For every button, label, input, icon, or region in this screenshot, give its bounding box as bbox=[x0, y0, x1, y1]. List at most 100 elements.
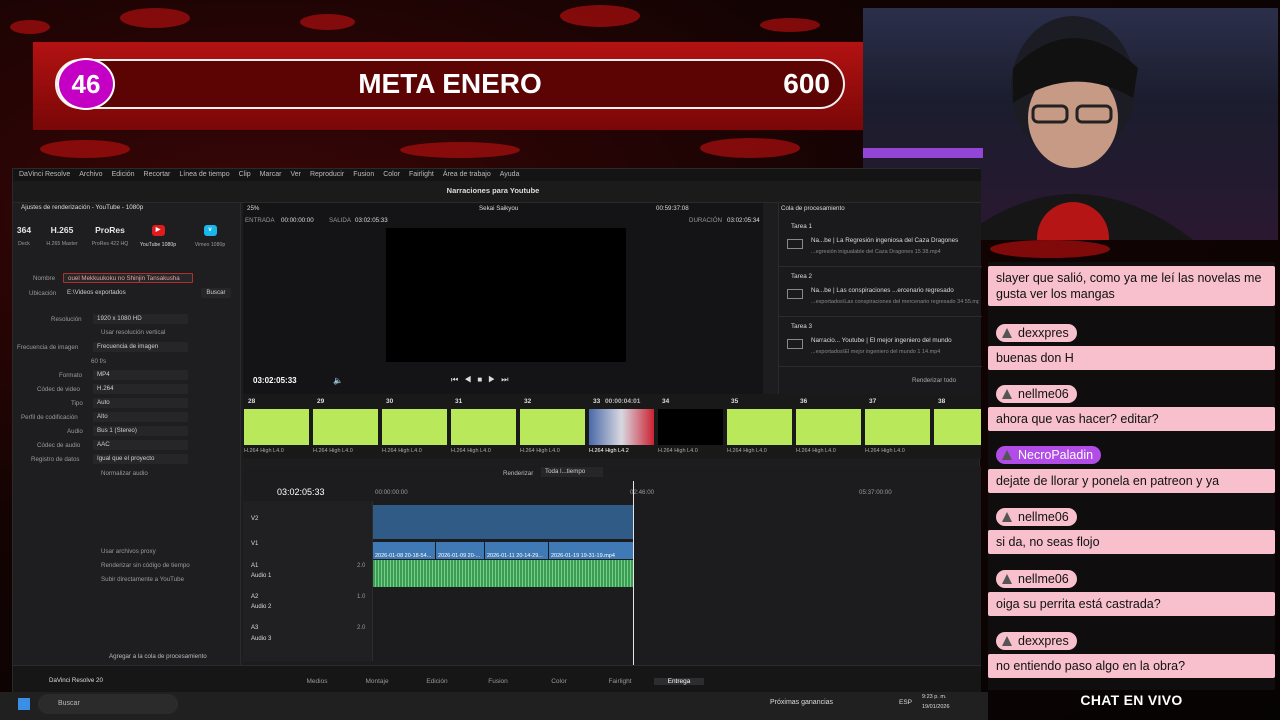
normalizar-checkbox[interactable]: Normalizar audio bbox=[101, 470, 148, 477]
page-fairlight[interactable]: Fairlight bbox=[595, 678, 645, 685]
menu-item[interactable]: DaVinci Resolve bbox=[19, 171, 70, 179]
track-a2[interactable]: A2 bbox=[251, 594, 258, 600]
page-medios[interactable]: Medios bbox=[292, 678, 342, 685]
taskbar-search[interactable]: Buscar bbox=[38, 694, 178, 714]
preset-prores[interactable]: ProRes ProRes 422 HQ bbox=[89, 225, 131, 247]
tipo-label: Tipo bbox=[71, 400, 83, 407]
track-a1-level: 2.0 bbox=[357, 563, 366, 569]
bg-splatter bbox=[10, 20, 50, 34]
codec-select[interactable]: H.264 bbox=[93, 384, 188, 394]
codec-audio-select[interactable]: AAC bbox=[93, 440, 188, 450]
news-widget[interactable]: Próximas ganancias bbox=[770, 699, 833, 706]
menu-item[interactable]: Marcar bbox=[260, 171, 282, 179]
page-entrega[interactable]: Entrega bbox=[654, 678, 704, 685]
menu-item[interactable]: Área de trabajo bbox=[443, 171, 491, 179]
track-a1[interactable]: A1 bbox=[251, 563, 258, 569]
clip-number: 30 bbox=[386, 398, 394, 405]
v2-clips[interactable] bbox=[373, 505, 633, 539]
render-job[interactable]: Tarea 2 Na...be | Las conspiraciones ...… bbox=[779, 269, 982, 317]
playhead[interactable] bbox=[633, 481, 634, 665]
bg-splatter bbox=[400, 142, 520, 158]
ubicacion-input[interactable]: E:\Videos exportados bbox=[63, 288, 193, 298]
clip-thumbnail[interactable] bbox=[865, 409, 930, 445]
audio-clip[interactable] bbox=[373, 560, 633, 587]
language-indicator[interactable]: ESP bbox=[899, 699, 912, 706]
menu-item[interactable]: Ayuda bbox=[500, 171, 520, 179]
page-montaje[interactable]: Montaje bbox=[352, 678, 402, 685]
volume-icon[interactable]: 🔈 bbox=[333, 376, 343, 385]
clip-thumbnail[interactable] bbox=[727, 409, 792, 445]
buscar-button[interactable]: Buscar bbox=[201, 288, 231, 298]
perfil-select[interactable]: Alto bbox=[93, 412, 188, 422]
windows-start-icon[interactable] bbox=[18, 698, 30, 710]
menu-item[interactable]: Ver bbox=[290, 171, 301, 179]
render-job[interactable]: Tarea 1 Na...be | La Regresión ingeniosa… bbox=[779, 219, 982, 267]
render-range-select[interactable]: Toda l...tiempo bbox=[541, 467, 603, 477]
salida-value: 03:02:05:33 bbox=[355, 217, 388, 224]
registro-select[interactable]: Igual que el proyecto bbox=[93, 454, 188, 464]
track-v1[interactable]: V1 bbox=[251, 541, 258, 547]
duracion-label: DURACIÓN bbox=[689, 217, 723, 224]
video-clip[interactable]: 2026-01-09 20-... bbox=[436, 542, 484, 559]
add-to-queue-button[interactable]: Agregar a la cola de procesamiento bbox=[109, 653, 207, 660]
render-job[interactable]: Tarea 3 Narracio... Youtube | El mejor i… bbox=[779, 319, 982, 367]
vertical-checkbox[interactable]: Usar resolución vertical bbox=[101, 329, 165, 336]
preset-vimeo[interactable]: v Vimeo 1080p bbox=[189, 225, 231, 248]
track-a3-name: Audio 3 bbox=[251, 636, 272, 642]
render-settings-panel: Ajustes de renderización - YouTube - 108… bbox=[13, 203, 241, 665]
video-clip[interactable]: 2026-01-19 19-31-19.mp4 bbox=[549, 542, 633, 559]
preset-h265[interactable]: H.265 H.265 Master bbox=[41, 225, 83, 247]
menu-item[interactable]: Clip bbox=[239, 171, 251, 179]
menu-item[interactable]: Reproducir bbox=[310, 171, 344, 179]
menu-item[interactable]: Fairlight bbox=[409, 171, 434, 179]
track-v2[interactable]: V2 bbox=[251, 516, 258, 522]
preset-name: H.265 bbox=[50, 225, 74, 235]
page-edicion[interactable]: Edición bbox=[412, 678, 462, 685]
audio-label: Audio bbox=[67, 428, 83, 435]
source-name[interactable]: Sekai Saikyou bbox=[479, 205, 518, 212]
clip-thumbnail[interactable] bbox=[244, 409, 309, 445]
chat-username: NecroPaladin bbox=[996, 446, 1102, 464]
menu-item[interactable]: Línea de tiempo bbox=[179, 171, 229, 179]
menu-item[interactable]: Recortar bbox=[144, 171, 171, 179]
chat-footer: CHAT EN VIVO bbox=[1080, 692, 1183, 708]
audio-select[interactable]: Bus 1 (Stereo) bbox=[93, 426, 188, 436]
video-clip[interactable]: 2026-01-08 20-18-54... bbox=[373, 542, 435, 559]
taskbar-date[interactable]: 19/01/2026 bbox=[922, 704, 950, 710]
zoom-level[interactable]: 25% bbox=[247, 205, 259, 212]
tipo-select[interactable]: Auto bbox=[93, 398, 188, 408]
menu-item[interactable]: Archivo bbox=[79, 171, 102, 179]
formato-select[interactable]: MP4 bbox=[93, 370, 188, 380]
menu-item[interactable]: Color bbox=[383, 171, 400, 179]
nombre-input[interactable]: ouel Mekkuukoku no Shinjin Tansakusha bbox=[63, 273, 193, 283]
clip-thumbnail[interactable] bbox=[934, 409, 981, 445]
subir-checkbox[interactable]: Subir directamente a YouTube bbox=[101, 576, 184, 583]
page-color[interactable]: Color bbox=[534, 678, 584, 685]
clip-thumbnail[interactable] bbox=[451, 409, 516, 445]
clip-thumbnail[interactable] bbox=[658, 409, 723, 445]
taskbar-time[interactable]: 9:23 p. m. bbox=[922, 694, 946, 700]
preset-custom[interactable]: 364 Deck bbox=[3, 225, 45, 247]
video-clip[interactable]: 2026-01-11 20-14-29... bbox=[485, 542, 548, 559]
job-thumbnail bbox=[787, 239, 803, 249]
render-settings-title: Ajustes de renderización - YouTube - 108… bbox=[21, 204, 144, 211]
proxy-checkbox[interactable]: Usar archivos proxy bbox=[101, 548, 156, 555]
clip-thumbnail[interactable] bbox=[796, 409, 861, 445]
clip-thumbnail[interactable] bbox=[313, 409, 378, 445]
preset-youtube[interactable]: ▶ YouTube 1080p bbox=[137, 225, 179, 248]
codec-audio-label: Códec de audio bbox=[37, 442, 81, 449]
clip-thumbnail[interactable] bbox=[520, 409, 585, 445]
timecode-checkbox[interactable]: Renderizar sin código de tiempo bbox=[101, 562, 190, 569]
render-all-button[interactable]: Renderizar todo bbox=[912, 377, 956, 384]
fps-select[interactable]: Frecuencia de imagen bbox=[93, 342, 188, 352]
resolucion-select[interactable]: 1920 x 1080 HD bbox=[93, 314, 188, 324]
track-a3[interactable]: A3 bbox=[251, 625, 258, 631]
page-fusion[interactable]: Fusion bbox=[473, 678, 523, 685]
job-name: Narracio... Youtube | El mejor ingeniero… bbox=[811, 337, 952, 344]
clip-thumbnail-selected[interactable] bbox=[589, 409, 654, 445]
menu-item[interactable]: Fusion bbox=[353, 171, 374, 179]
menu-item[interactable]: Edición bbox=[112, 171, 135, 179]
clip-number: 37 bbox=[869, 398, 877, 405]
clip-thumbnail[interactable] bbox=[382, 409, 447, 445]
transport-controls[interactable]: ⏮◀■▶⏭ bbox=[451, 375, 515, 385]
